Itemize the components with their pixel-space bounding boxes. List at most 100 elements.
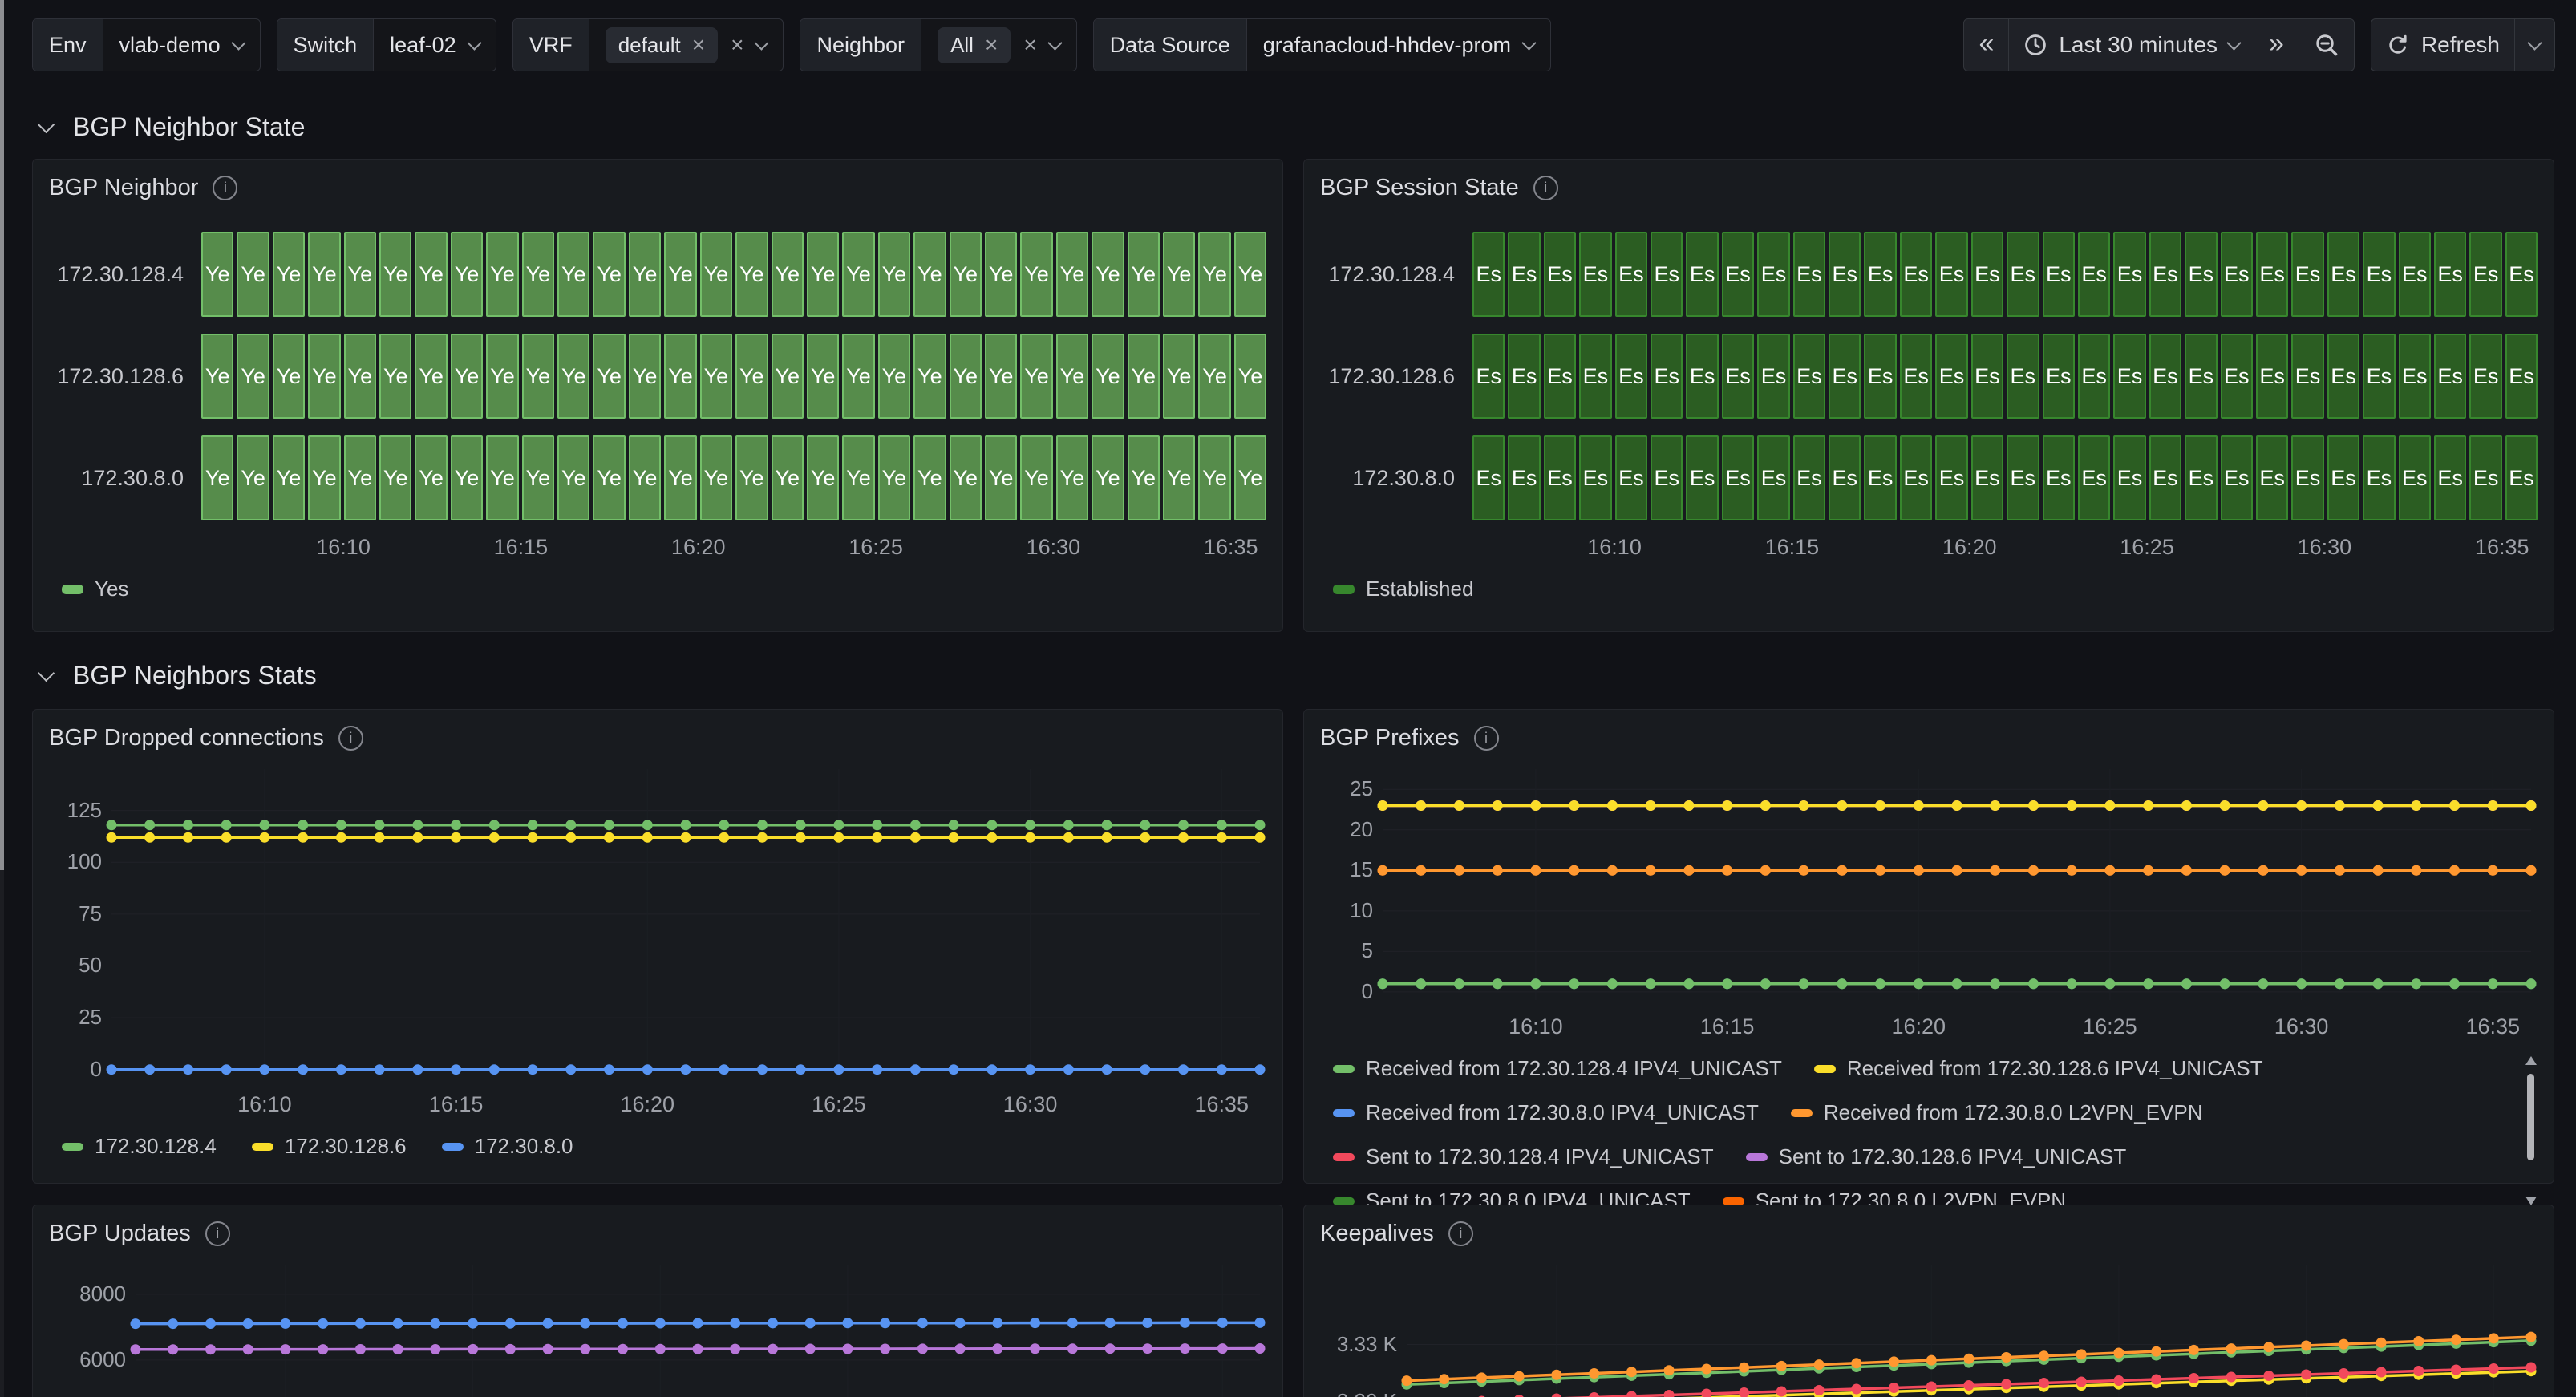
- status-cell[interactable]: Ye: [950, 334, 982, 419]
- status-cell[interactable]: Ye: [451, 334, 483, 419]
- status-cell[interactable]: Ye: [1198, 232, 1230, 317]
- status-cell[interactable]: Es: [2327, 435, 2359, 520]
- status-cell[interactable]: Es: [2434, 334, 2466, 419]
- status-cell[interactable]: Ye: [308, 232, 340, 317]
- status-cell[interactable]: Es: [1829, 232, 1861, 317]
- status-cell[interactable]: Es: [2185, 232, 2217, 317]
- status-cell[interactable]: Es: [2007, 334, 2039, 419]
- keepalives-chart[interactable]: 3.33 K3.30 K16:1016:1516:2016:2516:3016:…: [1320, 1265, 2538, 1397]
- status-cell[interactable]: Ye: [1092, 232, 1124, 317]
- status-cell[interactable]: Ye: [522, 232, 554, 317]
- status-cell[interactable]: Es: [2469, 334, 2501, 419]
- section-bgp-neighbors-stats[interactable]: BGP Neighbors Stats: [40, 661, 317, 690]
- status-cell[interactable]: Ye: [237, 334, 269, 419]
- status-cell[interactable]: Ye: [700, 334, 732, 419]
- status-cell[interactable]: Ye: [807, 334, 839, 419]
- status-cell[interactable]: Ye: [415, 334, 447, 419]
- status-cell[interactable]: Es: [2327, 334, 2359, 419]
- status-cell[interactable]: Es: [2399, 232, 2431, 317]
- status-cell[interactable]: Ye: [344, 435, 376, 520]
- status-cell[interactable]: Es: [1508, 232, 1540, 317]
- status-cell[interactable]: Ye: [593, 232, 625, 317]
- info-icon[interactable]: i: [213, 176, 237, 200]
- status-cell[interactable]: Es: [2043, 232, 2075, 317]
- status-cell[interactable]: Es: [2078, 435, 2110, 520]
- legend-item[interactable]: Received from 172.30.128.4 IPV4_UNICAST: [1333, 1056, 1782, 1081]
- status-cell[interactable]: Ye: [201, 334, 233, 419]
- status-cell[interactable]: Es: [1579, 334, 1611, 419]
- status-cell[interactable]: Es: [1544, 435, 1576, 520]
- status-cell[interactable]: Es: [1757, 232, 1789, 317]
- status-cell[interactable]: Es: [2149, 435, 2181, 520]
- status-cell[interactable]: Es: [1615, 334, 1647, 419]
- time-shift-forward-button[interactable]: »: [2254, 19, 2299, 71]
- status-cell[interactable]: Ye: [629, 334, 661, 419]
- status-cell[interactable]: Ye: [913, 334, 946, 419]
- status-cell[interactable]: Ye: [700, 232, 732, 317]
- status-cell[interactable]: Ye: [1128, 232, 1160, 317]
- status-cell[interactable]: Ye: [664, 334, 696, 419]
- filter-switch-select[interactable]: leaf-02: [374, 19, 496, 71]
- status-cell[interactable]: Es: [2469, 232, 2501, 317]
- status-cell[interactable]: Es: [2256, 334, 2288, 419]
- panel-title[interactable]: BGP Updates: [49, 1221, 191, 1247]
- section-bgp-neighbor-state[interactable]: BGP Neighbor State: [40, 112, 305, 142]
- status-cell[interactable]: Ye: [201, 232, 233, 317]
- status-cell[interactable]: Ye: [237, 435, 269, 520]
- status-cell[interactable]: Es: [2185, 435, 2217, 520]
- status-cell[interactable]: Ye: [237, 232, 269, 317]
- status-cell[interactable]: Ye: [700, 435, 732, 520]
- status-cell[interactable]: Ye: [557, 232, 589, 317]
- status-cell[interactable]: Ye: [1092, 435, 1124, 520]
- panel-title[interactable]: BGP Session State: [1320, 175, 1519, 201]
- status-cell[interactable]: Ye: [1020, 334, 1052, 419]
- status-cell[interactable]: Es: [1686, 232, 1718, 317]
- status-cell[interactable]: Es: [2434, 232, 2466, 317]
- status-cell[interactable]: Es: [2113, 435, 2145, 520]
- status-cell[interactable]: Es: [2185, 334, 2217, 419]
- filter-env-select[interactable]: vlab-demo: [103, 19, 260, 71]
- status-cell[interactable]: Es: [2505, 334, 2538, 419]
- bgp-updates-chart[interactable]: 8000600016:1016:1516:2016:2516:3016:35: [49, 1265, 1266, 1397]
- status-cell[interactable]: Ye: [344, 232, 376, 317]
- status-cell[interactable]: Ye: [1198, 334, 1230, 419]
- status-cell[interactable]: Ye: [842, 435, 874, 520]
- status-cell[interactable]: Es: [1793, 232, 1825, 317]
- scrollbar-thumb[interactable]: [0, 0, 4, 870]
- status-cell[interactable]: Ye: [1056, 232, 1088, 317]
- status-cell[interactable]: Es: [1544, 232, 1576, 317]
- status-cell[interactable]: Ye: [522, 435, 554, 520]
- bgp-prefixes-chart[interactable]: 051015202516:1016:1516:2016:2516:3016:35…: [1320, 769, 2538, 1209]
- time-range-button[interactable]: Last 30 minutes: [2008, 19, 2254, 71]
- status-cell[interactable]: Ye: [379, 435, 411, 520]
- status-cell[interactable]: Ye: [1092, 334, 1124, 419]
- status-cell[interactable]: Es: [1686, 435, 1718, 520]
- status-cell[interactable]: Ye: [273, 232, 305, 317]
- status-cell[interactable]: Es: [1971, 232, 2003, 317]
- status-cell[interactable]: Ye: [451, 435, 483, 520]
- status-cell[interactable]: Ye: [379, 334, 411, 419]
- refresh-button[interactable]: Refresh: [2371, 19, 2514, 71]
- status-cell[interactable]: Es: [2291, 334, 2323, 419]
- legend-scrollbar[interactable]: [2525, 1056, 2538, 1205]
- status-cell[interactable]: Es: [2078, 334, 2110, 419]
- status-cell[interactable]: Ye: [522, 334, 554, 419]
- status-cell[interactable]: Ye: [308, 435, 340, 520]
- status-cell[interactable]: Ye: [344, 334, 376, 419]
- status-cell[interactable]: Ye: [1020, 435, 1052, 520]
- status-cell[interactable]: Ye: [913, 435, 946, 520]
- panel-title[interactable]: Keepalives: [1320, 1221, 1434, 1247]
- status-cell[interactable]: Ye: [1056, 334, 1088, 419]
- status-cell[interactable]: Ye: [878, 232, 910, 317]
- legend-item[interactable]: Established: [1333, 577, 1473, 601]
- status-cell[interactable]: Ye: [772, 435, 804, 520]
- status-cell[interactable]: Es: [1935, 232, 1967, 317]
- status-cell[interactable]: Es: [1829, 435, 1861, 520]
- status-cell[interactable]: Ye: [1234, 334, 1266, 419]
- neighbor-selected-chip[interactable]: All ×: [938, 27, 1011, 63]
- status-cell[interactable]: Es: [2399, 435, 2431, 520]
- status-cell[interactable]: Ye: [486, 435, 518, 520]
- status-cell[interactable]: Ye: [842, 334, 874, 419]
- status-cell[interactable]: Ye: [1020, 232, 1052, 317]
- status-cell[interactable]: Es: [2399, 334, 2431, 419]
